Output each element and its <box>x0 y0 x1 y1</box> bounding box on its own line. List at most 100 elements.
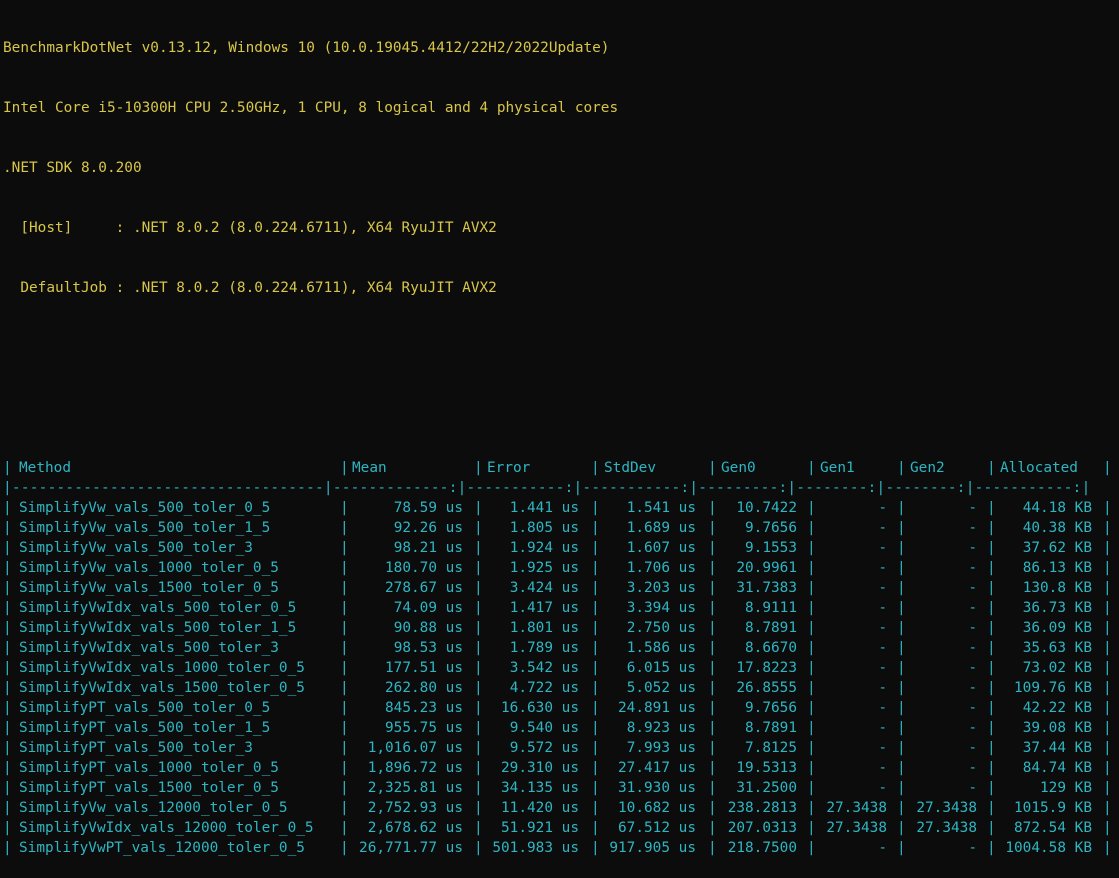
cell-gen2: - <box>968 600 977 616</box>
cell-gen0: 31.7383 <box>736 580 797 596</box>
column-separator: | <box>591 740 600 756</box>
cell-gen1: - <box>878 520 887 536</box>
column-separator: | <box>897 500 906 516</box>
column-separator: | <box>708 840 717 856</box>
cell-allocated: 129 KB <box>1040 780 1092 796</box>
column-separator: | <box>987 680 996 696</box>
column-separator: | <box>591 560 600 576</box>
cell-error: 29.310 us <box>501 760 579 776</box>
cell-error: 3.542 us <box>509 660 579 676</box>
cell-stddev: 917.905 us <box>609 840 696 856</box>
cell-method: SimplifyVwIdx_vals_1500_toler_0_5 <box>19 680 305 696</box>
cell-gen1: - <box>878 540 887 556</box>
cell-allocated: 40.38 KB <box>1022 520 1092 536</box>
cell-method: SimplifyVw_vals_500_toler_0_5 <box>19 500 271 516</box>
cell-gen1: - <box>878 680 887 696</box>
column-header-allocated: Allocated <box>1000 460 1078 476</box>
column-separator: | <box>340 780 349 796</box>
cell-allocated: 35.63 KB <box>1022 640 1092 656</box>
cell-gen0: 8.7891 <box>745 620 797 636</box>
cell-method: SimplifyVwIdx_vals_500_toler_1_5 <box>19 620 297 636</box>
column-separator: | <box>340 740 349 756</box>
column-separator: | <box>897 520 906 536</box>
cell-stddev: 3.203 us <box>626 580 696 596</box>
cell-gen1: - <box>878 580 887 596</box>
column-separator: | <box>591 580 600 596</box>
column-separator: | <box>1103 660 1112 676</box>
table-row: | | | | | | | | | SimplifyVw_vals_1500_toler_0_5 2… <box>3 578 1119 598</box>
cell-stddev: 1.586 us <box>626 640 696 656</box>
column-separator: | <box>591 500 600 516</box>
cell-mean: 278.67 us <box>385 580 463 596</box>
column-separator: | <box>897 560 906 576</box>
header-line-sdk: .NET SDK 8.0.200 <box>3 160 142 176</box>
table-row: | | | | | | | | | SimplifyVwIdx_vals_1500_toler_0… <box>3 678 1119 698</box>
column-separator: | <box>1103 740 1112 756</box>
cell-method: SimplifyVw_vals_1000_toler_0_5 <box>19 560 279 576</box>
column-separator: | <box>897 460 906 476</box>
cell-gen1: - <box>878 500 887 516</box>
column-separator: | <box>987 500 996 516</box>
column-separator: | <box>340 840 349 856</box>
column-separator: | <box>897 760 906 776</box>
column-separator: | <box>987 640 996 656</box>
column-separator: | <box>474 620 483 636</box>
column-separator: | <box>708 700 717 716</box>
column-separator: | <box>1103 760 1112 776</box>
table-row: | | | | | | | | | SimplifyVw_vals_500_toler_1_5 92… <box>3 518 1119 538</box>
column-separator: | <box>1103 560 1112 576</box>
cell-gen2: - <box>968 500 977 516</box>
cell-gen2: - <box>968 840 977 856</box>
column-separator: | <box>708 540 717 556</box>
terminal-window[interactable]: BenchmarkDotNet v0.13.12, Windows 10 (10… <box>3 0 1119 878</box>
cell-gen2: - <box>968 740 977 756</box>
column-separator: | <box>807 740 816 756</box>
column-separator: | <box>340 500 349 516</box>
benchmark-table: | | | | | | | | | Method Mean Error StdDev Gen0 Gen1 Ge… <box>3 458 1119 858</box>
cell-gen1: - <box>878 600 887 616</box>
column-separator: | <box>474 760 483 776</box>
cell-stddev: 67.512 us <box>618 820 696 836</box>
column-separator: | <box>474 540 483 556</box>
cell-method: SimplifyVw_vals_500_toler_1_5 <box>19 520 271 536</box>
cell-gen2: - <box>968 660 977 676</box>
cell-stddev: 7.993 us <box>626 740 696 756</box>
column-separator: | <box>474 840 483 856</box>
cell-allocated: 42.22 KB <box>1022 700 1092 716</box>
column-separator: | <box>1103 460 1112 476</box>
column-separator: | <box>474 600 483 616</box>
cell-gen2: - <box>968 760 977 776</box>
column-separator: | <box>3 780 12 796</box>
column-separator: | <box>987 740 996 756</box>
column-separator: | <box>987 520 996 536</box>
cell-allocated: 1004.58 KB <box>1005 840 1092 856</box>
cell-gen0: 207.0313 <box>727 820 797 836</box>
cell-allocated: 84.74 KB <box>1022 760 1092 776</box>
column-separator: | <box>474 800 483 816</box>
cell-stddev: 1.706 us <box>626 560 696 576</box>
table-row: | | | | | | | | | SimplifyVwIdx_vals_500_toler_0_… <box>3 598 1119 618</box>
cell-gen0: 20.9961 <box>736 560 797 576</box>
column-separator: | <box>591 700 600 716</box>
cell-gen2: - <box>968 680 977 696</box>
column-separator: | <box>897 740 906 756</box>
cell-error: 1.441 us <box>509 500 579 516</box>
column-separator: | <box>708 500 717 516</box>
table-row: | | | | | | | | | SimplifyVwIdx_vals_1000_toler_0… <box>3 658 1119 678</box>
cell-error: 1.417 us <box>509 600 579 616</box>
column-separator: | <box>897 600 906 616</box>
cell-gen1: - <box>878 560 887 576</box>
table-row: | | | | | | | | | SimplifyVwIdx_vals_12000_toler_… <box>3 818 1119 838</box>
column-header-mean: Mean <box>352 460 387 476</box>
table-row: | | | | | | | | | SimplifyPT_vals_1000_toler_0_5 1… <box>3 758 1119 778</box>
cell-mean: 1,896.72 us <box>367 760 463 776</box>
column-separator: | <box>897 580 906 596</box>
column-separator: | <box>3 720 12 736</box>
cell-gen0: 26.8555 <box>736 680 797 696</box>
column-header-stddev: StdDev <box>604 460 656 476</box>
column-separator: | <box>1103 620 1112 636</box>
cell-error: 9.572 us <box>509 740 579 756</box>
column-separator: | <box>708 580 717 596</box>
cell-stddev: 31.930 us <box>618 780 696 796</box>
column-separator: | <box>987 820 996 836</box>
